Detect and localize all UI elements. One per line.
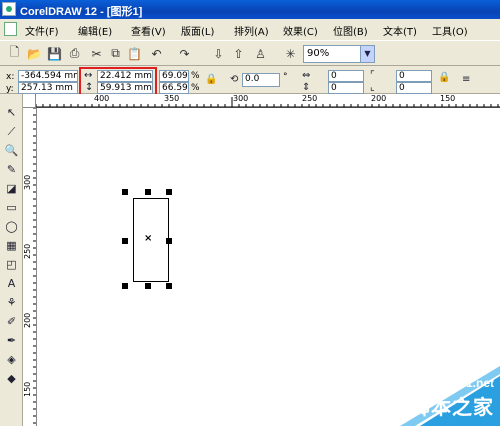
open-icon[interactable]: 📂 (26, 45, 43, 62)
corner-roundness-top-right[interactable]: 0 (396, 70, 432, 82)
chevron-down-icon[interactable]: ▼ (360, 46, 374, 62)
watermark-text: 脚本之家 (410, 397, 494, 419)
coreldraw-app-icon[interactable] (2, 2, 16, 16)
x-position-field[interactable]: -364.594 mm (18, 70, 78, 82)
menu-text[interactable]: 文本(T) (383, 23, 417, 38)
selection-handle[interactable] (166, 283, 172, 289)
menu-bar: 文件(F) 编辑(E) 查看(V) 版面(L) 排列(A) 效果(C) 位图(B… (0, 19, 500, 39)
outline-tool-icon[interactable]: ✒ (3, 332, 20, 349)
ruler-h-label: 250 (302, 94, 318, 103)
scale-x-field[interactable]: 69.09 (159, 70, 189, 82)
shape-tool-icon[interactable]: ⟋ (3, 123, 20, 140)
rotation-center-marker[interactable]: × (144, 233, 152, 244)
x-label: x: (6, 72, 15, 82)
ruler-v-label: 200 (23, 312, 32, 328)
basic-shapes-tool-icon[interactable]: ◰ (3, 256, 20, 273)
ruler-h-label: 150 (440, 94, 456, 103)
zoom-level-select[interactable]: 90% ▼ (303, 45, 375, 63)
watermark: jb51.net 脚本之家 (370, 366, 500, 426)
y-position-field[interactable]: 257.13 mm (18, 82, 78, 94)
ruler-h-label: 300 (233, 94, 249, 103)
menu-file[interactable]: 文件(F) (25, 23, 59, 38)
window-title: CorelDRAW 12 - [图形1] (20, 6, 143, 18)
scale-x-percent: % (191, 71, 200, 81)
ruler-v-label: 300 (23, 174, 32, 190)
title-bar: CorelDRAW 12 - [图形1] (0, 0, 500, 19)
fill-tool-icon[interactable]: ◈ (3, 351, 20, 368)
selection-handle[interactable] (122, 238, 128, 244)
zoom-tool-icon[interactable]: 🔍 (3, 142, 20, 159)
wrap-text-icon[interactable]: ≡ (462, 74, 470, 85)
paste-icon[interactable]: 📋 (126, 45, 143, 62)
print-icon[interactable]: ⎙ (66, 45, 83, 62)
ruler-origin[interactable] (23, 94, 36, 108)
scale-y-percent: % (191, 83, 200, 93)
mirror-vertical-icon[interactable]: ⇕ (302, 82, 310, 93)
lock-ratio-icon[interactable]: 🔒 (205, 74, 217, 85)
ruler-h-label: 200 (371, 94, 387, 103)
corel-online-icon[interactable]: ✳ (282, 45, 299, 62)
menu-layout[interactable]: 版面(L) (181, 23, 214, 38)
freehand-tool-icon[interactable]: ✎ (3, 161, 20, 178)
selection-handle[interactable] (145, 189, 151, 195)
smart-fill-tool-icon[interactable]: ◪ (3, 180, 20, 197)
corner-roundness-bottom-right[interactable]: 0 (396, 82, 432, 94)
corner-bottom-icon: ⌞ (370, 82, 375, 93)
y-label: y: (6, 84, 14, 94)
menu-bitmaps[interactable]: 位图(B) (333, 23, 368, 38)
rotation-unit: ° (283, 72, 288, 82)
redo-icon[interactable]: ↷ (176, 45, 193, 62)
menu-view[interactable]: 查看(V) (131, 23, 166, 38)
interactive-fill-tool-icon[interactable]: ◆ (3, 370, 20, 387)
corner-top-icon: ⌜ (370, 70, 375, 81)
mirror-horizontal-icon[interactable]: ⇔ (302, 70, 310, 81)
ruler-h-label: 400 (94, 94, 110, 103)
selection-handle[interactable] (145, 283, 151, 289)
interactive-blend-tool-icon[interactable]: ⚘ (3, 294, 20, 311)
new-document-icon[interactable]: 🗋 (6, 45, 23, 62)
menu-tools[interactable]: 工具(O) (432, 23, 468, 38)
eyedropper-tool-icon[interactable]: ✐ (3, 313, 20, 330)
import-icon[interactable]: ⇩ (210, 45, 227, 62)
undo-icon[interactable]: ↶ (148, 45, 165, 62)
ruler-v-label: 150 (23, 381, 32, 397)
ellipse-tool-icon[interactable]: ◯ (3, 218, 20, 235)
selection-handle[interactable] (166, 189, 172, 195)
cut-icon[interactable]: ✂ (88, 45, 105, 62)
standard-toolbar: 🗋 📂 💾 ⎙ ✂ ⧉ 📋 ↶ ↷ ⇩ ⇧ ♙ ✳ (0, 40, 500, 66)
ruler-v-label: 250 (23, 243, 32, 259)
toolbox: ↖ ⟋ 🔍 ✎ ◪ ▭ ◯ ▦ ◰ A ⚘ ✐ ✒ ◈ ◆ (0, 94, 23, 426)
corner-roundness-top-left[interactable]: 0 (328, 70, 364, 82)
selection-handle[interactable] (122, 283, 128, 289)
copy-icon[interactable]: ⧉ (107, 45, 124, 62)
vertical-ruler[interactable]: 300 250 200 150 (23, 108, 37, 426)
watermark-url: jb51.net (448, 376, 494, 390)
document-icon[interactable] (4, 22, 17, 36)
pick-tool-icon[interactable]: ↖ (3, 104, 20, 121)
scale-y-field[interactable]: 66.59 (159, 82, 189, 94)
selection-handle[interactable] (166, 238, 172, 244)
horizontal-ruler[interactable]: 400 350 300 250 200 150 (36, 94, 500, 108)
polygon-tool-icon[interactable]: ▦ (3, 237, 20, 254)
zoom-level-value: 90% (307, 48, 330, 59)
round-corners-together-icon[interactable]: 🔒 (438, 72, 450, 83)
rotation-field[interactable]: 0.0 (242, 73, 280, 87)
text-tool-icon[interactable]: A (3, 275, 20, 292)
menu-edit[interactable]: 编辑(E) (78, 23, 112, 38)
rotate-icon: ⟲ (230, 74, 239, 85)
application-launcher-icon[interactable]: ♙ (252, 45, 269, 62)
ruler-h-label: 350 (164, 94, 180, 103)
menu-effects[interactable]: 效果(C) (283, 23, 318, 38)
corner-roundness-bottom-left[interactable]: 0 (328, 82, 364, 94)
save-icon[interactable]: 💾 (46, 45, 63, 62)
menu-arrange[interactable]: 排列(A) (234, 23, 269, 38)
rectangle-tool-icon[interactable]: ▭ (3, 199, 20, 216)
selection-handle[interactable] (122, 189, 128, 195)
export-icon[interactable]: ⇧ (230, 45, 247, 62)
